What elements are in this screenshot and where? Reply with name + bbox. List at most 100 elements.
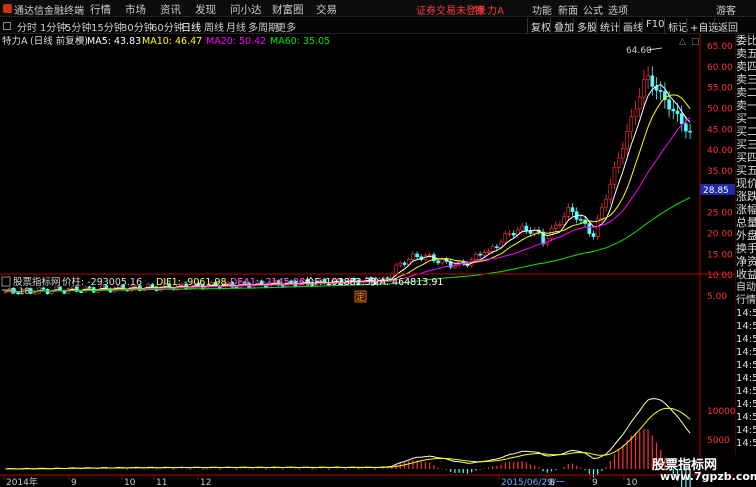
side-panel-item: 卖二 [736,86,756,99]
ma20-line [5,117,691,293]
date-tick-label: 2015/06/29/一 [501,478,565,487]
candle-body [658,90,663,92]
side-panel-item: 买三 [736,138,756,151]
price-tick-label: 15.00 [707,250,733,260]
macd-tick-label: 5000 [707,436,730,446]
period-multi[interactable]: 多周期 [248,19,278,34]
period-15min[interactable]: 15分钟 [91,19,124,34]
stock-name-label: 特力A [2,35,28,47]
candle-body [671,108,676,112]
side-panel-item: 委比 [736,34,756,47]
candle-body [558,224,562,226]
candle-body [688,130,692,133]
candle-body [3,291,8,294]
candle-body [587,223,592,234]
low-price-label: 6.18 [10,287,30,297]
side-panel-item: 14:50 [736,373,756,384]
candle-body [415,253,419,258]
dif-line [5,398,691,470]
candle-body [566,207,571,217]
menu-hangqing[interactable]: 行情 [90,2,111,17]
menu-zixun[interactable]: 资讯 [160,2,181,17]
side-panel-item: 卖三 [736,73,756,86]
menu-jiaoyi[interactable]: 交易 [316,2,337,17]
price-tick-label: 60.00 [707,63,733,73]
app-title: 通达信金融终端 [14,6,84,17]
side-panel-item: 涨幅 [736,203,756,216]
menu-caifuquan[interactable]: 财富圈 [272,2,304,17]
candle-body [612,167,617,185]
menu-youke[interactable]: 游客 [716,2,736,17]
high-price-label: 64.60 [626,46,652,56]
candle-body [79,291,83,293]
watermark-url: www.7gpzb.com [660,470,756,483]
panel-toggle-icon[interactable] [3,22,11,30]
candle-body [503,233,508,243]
candle-body [398,262,403,266]
period-1min[interactable]: 1分钟 [40,19,66,34]
period-toolbar: 分时 1分钟 5分钟 15分钟 30分钟 60分钟 日线 周线 月线 多周期 更… [0,18,756,34]
side-panel-item: 买二 [736,125,756,138]
candle-body [637,96,642,110]
ma5-line [5,84,691,293]
menu-xuanxiang[interactable]: 选项 [608,2,628,17]
ma20-label: MA20: 50.42 [206,36,266,47]
price-tick-label: 40.00 [707,146,733,156]
side-panel-item: 现价 [736,177,756,190]
candle-body [436,260,440,264]
side-panel-item: 总量 [736,216,756,229]
period-monthly[interactable]: 月线 [226,19,246,34]
candle-body [402,262,407,265]
watermark: 股票指标网 www.7gpzb.com [652,454,756,484]
menu-xinmian[interactable]: 新面 [558,2,578,17]
settings-dot-icon[interactable] [78,37,84,43]
candle-body [562,216,566,225]
side-panel-item: 14:50 [736,308,756,319]
period-weekly[interactable]: 周线 [204,19,224,34]
candle-body [490,246,495,252]
candle-body [486,250,491,253]
side-panel-item: 14:50 [736,321,756,332]
menu-wenxiaoda[interactable]: 问小达 [230,2,262,17]
date-tick-label: 12 [200,478,211,487]
candle-body [642,79,646,98]
candle-body [33,292,37,295]
side-panel-item: 14:50 [736,360,756,371]
candle-body [511,233,516,236]
price-tick-label: 10.00 [707,271,733,281]
ma10-line [5,94,691,293]
menu-gongshi[interactable]: 公式 [583,2,603,17]
period-daily[interactable]: 日线 [181,19,201,34]
period-5min[interactable]: 5分钟 [65,19,91,34]
date-tick-label: 9 [592,478,598,487]
price-tick-label: 35.00 [707,167,733,177]
pf-value: 价F: 102882.33 [305,277,377,288]
date-tick-label: 10 [124,478,136,487]
menu-gongneng[interactable]: 功能 [532,2,552,17]
candle-body [579,219,583,221]
period-60min[interactable]: 60分钟 [151,19,184,34]
period-more[interactable]: 更多 [276,19,296,34]
current-price-label: 28.85 [703,186,729,196]
side-panel-item: 卖一 [736,99,756,112]
price-tick-label: 45.00 [707,125,733,135]
candle-body [520,225,524,231]
candle-body [625,131,629,149]
candle-body [394,264,398,275]
menu-faxian[interactable]: 发现 [195,2,216,17]
period-30min[interactable]: 30分钟 [121,19,154,34]
indicator-menu-icon[interactable] [1,276,11,287]
back-button[interactable]: 返回 [714,18,741,34]
date-tick-label: 8 [549,478,555,487]
side-panel-item: 行情 [736,295,756,306]
period-fenshi[interactable]: 分时 [17,19,37,34]
candle-body [616,157,621,168]
price-tick-label: 65.00 [707,42,733,52]
kline-chart[interactable]: 特力A (日线 前复权) MA5: 43.83 MA10: 46.47 MA20… [0,34,735,487]
menu-shichang[interactable]: 市场 [125,2,146,17]
panel-collapse-icon[interactable]: △ [679,37,686,47]
candle-body [667,99,671,110]
quote-side-panel: 委比 卖五 卖四 卖三 卖二 卖一 买一 买二 买三 买四 买五 现价 涨跌 涨幅 总量 外盘 换手 净资 收益 自动… [735,34,756,454]
panel-restore-icon[interactable]: □ [691,37,700,47]
dea-line [5,407,691,470]
